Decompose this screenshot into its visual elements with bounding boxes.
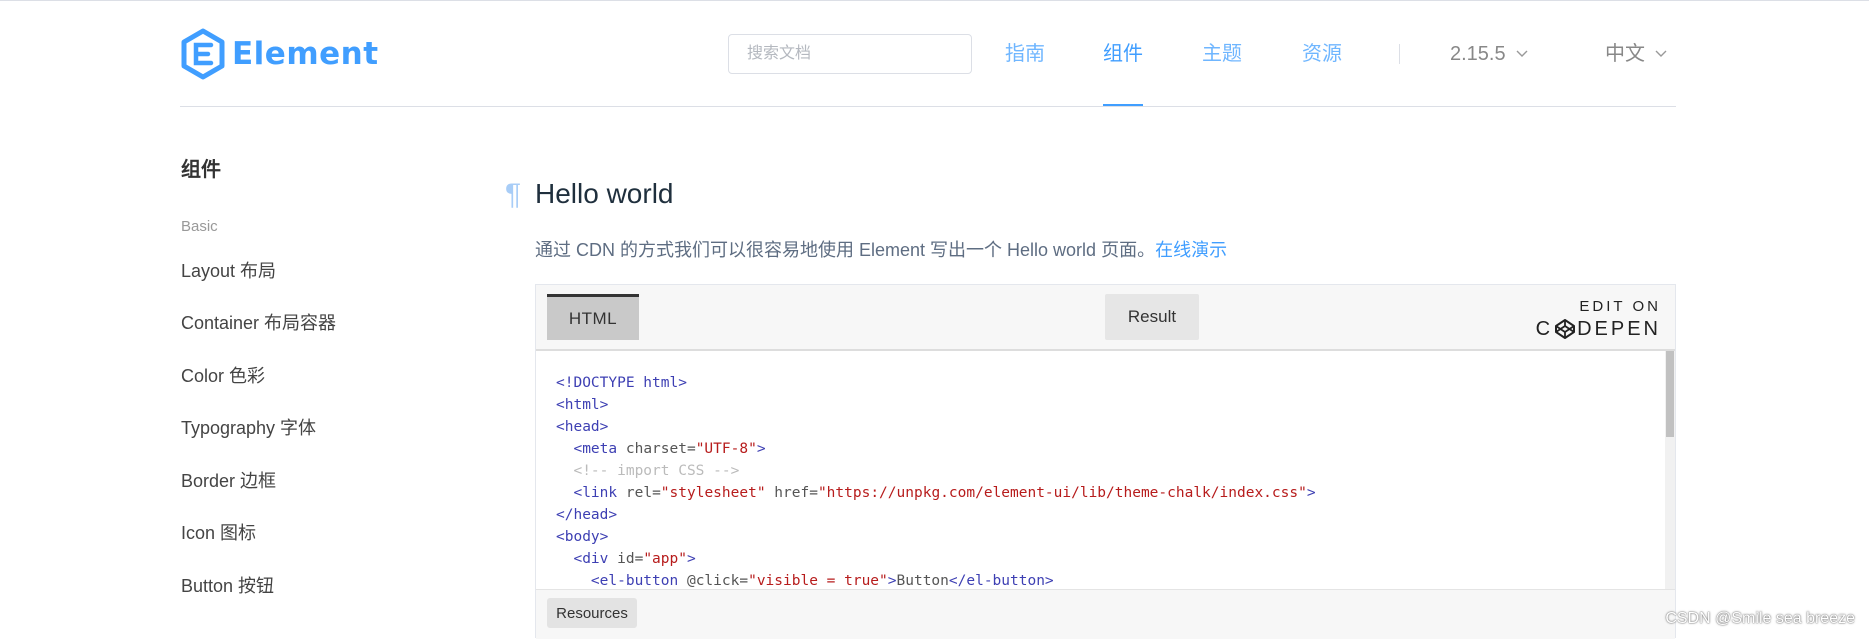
- header-divider: [180, 106, 1676, 107]
- sidebar-group-label: Basic: [181, 218, 218, 235]
- code-string: "https://unpkg.com/element-ui/lib/theme-…: [817, 485, 1307, 501]
- code-scrollbar-thumb[interactable]: [1666, 351, 1674, 437]
- sidebar-item-typography[interactable]: Typography 字体: [181, 416, 316, 440]
- code-eq: =: [739, 573, 749, 589]
- language-label: 中文: [1605, 43, 1645, 65]
- code-eq: =: [809, 485, 818, 501]
- code-link-tag: <link: [573, 485, 618, 501]
- codepen-toolbar: HTML Result EDIT ON C DEPEN: [536, 285, 1675, 351]
- tab-result[interactable]: Result: [1105, 294, 1199, 340]
- code-button-tag: <el-button: [590, 573, 679, 589]
- code-editor[interactable]: <!DOCTYPE html> <html> <head> <meta char…: [536, 351, 1675, 589]
- codepen-cube-icon: [1555, 319, 1576, 339]
- nav-resource[interactable]: 资源: [1302, 40, 1342, 68]
- code-attr: href: [774, 485, 810, 501]
- heading-anchor-link[interactable]: ¶: [505, 178, 521, 212]
- watermark: CSDN @Smile sea breeze: [1665, 610, 1855, 627]
- section-heading: Hello world: [535, 178, 674, 209]
- code-string: "visible = true": [748, 573, 888, 589]
- code-div-tag: <div: [573, 551, 609, 567]
- logo-text: Element: [232, 36, 379, 72]
- code-body-open: <body>: [556, 529, 609, 545]
- codepen-wordmark: C DEPEN: [1536, 316, 1661, 342]
- code-tag-end: >: [1306, 485, 1316, 501]
- code-button-text: Button: [896, 573, 949, 589]
- sidebar-title: 组件: [181, 159, 221, 181]
- sidebar-item-border[interactable]: Border 边框: [181, 469, 276, 493]
- nav-component[interactable]: 组件: [1103, 40, 1143, 68]
- top-border: [0, 0, 1869, 1]
- code-scrollbar[interactable]: [1665, 351, 1675, 589]
- code-tag-end: >: [887, 573, 897, 589]
- version-dropdown[interactable]: 2.15.5: [1450, 40, 1528, 68]
- code-attr: rel: [625, 485, 653, 501]
- code-html-open: <html>: [556, 397, 609, 413]
- code-attr: @click: [686, 573, 740, 589]
- element-logo-icon: [181, 28, 225, 80]
- sidebar-item-container[interactable]: Container 布局容器: [181, 311, 336, 335]
- code-comment: <!-- import CSS -->: [573, 463, 740, 479]
- nav-theme[interactable]: 主题: [1202, 40, 1242, 68]
- code-string: "UTF-8": [695, 441, 757, 457]
- nav-guide[interactable]: 指南: [1005, 40, 1045, 68]
- element-logo[interactable]: Element: [180, 28, 379, 80]
- code-doctype: <!DOCTYPE html>: [556, 375, 687, 391]
- codepen-brand-start: C: [1535, 318, 1554, 340]
- code-string: "stylesheet": [660, 485, 766, 501]
- chevron-down-icon: [1655, 50, 1667, 57]
- code-string: "app": [643, 551, 687, 567]
- online-demo-link[interactable]: 在线演示: [1155, 240, 1227, 260]
- resources-button[interactable]: Resources: [547, 598, 637, 628]
- version-label: 2.15.5: [1450, 43, 1506, 65]
- sidebar-item-button[interactable]: Button 按钮: [181, 574, 274, 598]
- sidebar-item-color[interactable]: Color 色彩: [181, 364, 265, 388]
- code-block: <!DOCTYPE html> <html> <head> <meta char…: [556, 372, 1316, 589]
- code-eq: =: [652, 485, 661, 501]
- code-head-open: <head>: [556, 419, 609, 435]
- codepen-brand-end: DEPEN: [1577, 318, 1661, 340]
- nav-separator: [1399, 44, 1400, 64]
- sidebar-item-layout[interactable]: Layout 布局: [181, 259, 276, 283]
- code-attr: id: [617, 551, 635, 567]
- code-eq: =: [686, 441, 696, 457]
- code-attr: charset: [625, 441, 687, 457]
- edit-on-codepen-link[interactable]: EDIT ON C DEPEN: [1536, 298, 1661, 342]
- chevron-down-icon: [1516, 50, 1528, 57]
- section-description: 通过 CDN 的方式我们可以很容易地使用 Element 写出一个 Hello …: [535, 237, 1227, 263]
- code-head-close: </head>: [556, 507, 618, 523]
- code-meta-tag: <meta: [573, 441, 618, 457]
- codepen-footer: Resources: [536, 589, 1675, 639]
- codepen-embed: HTML Result EDIT ON C DEPEN <!DOCTYPE ht…: [535, 284, 1676, 639]
- code-button-close: </el-button>: [948, 573, 1054, 589]
- edit-on-label: EDIT ON: [1579, 298, 1661, 315]
- tab-html[interactable]: HTML: [547, 294, 639, 340]
- code-tag-end: >: [686, 551, 696, 567]
- search-input[interactable]: [728, 34, 972, 74]
- language-dropdown[interactable]: 中文: [1605, 40, 1667, 68]
- sidebar-item-icon[interactable]: Icon 图标: [181, 521, 256, 545]
- description-text: 通过 CDN 的方式我们可以很容易地使用 Element 写出一个 Hello …: [535, 240, 1156, 260]
- code-tag-end: >: [756, 441, 766, 457]
